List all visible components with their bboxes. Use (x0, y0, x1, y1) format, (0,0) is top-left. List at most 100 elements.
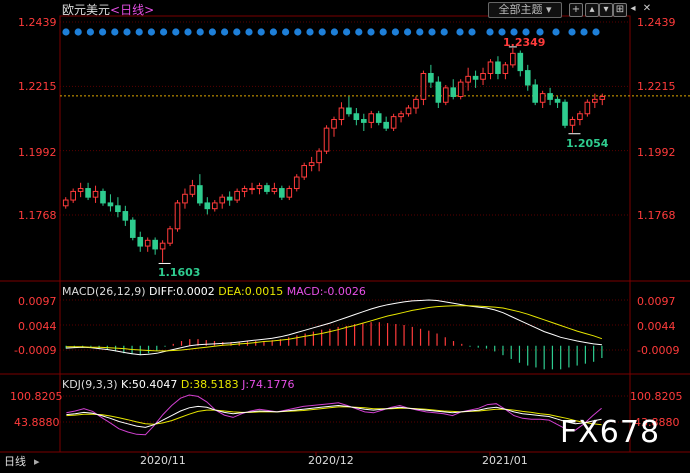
candle-up (241, 188, 248, 192)
price-label-right-4: 1.1768 (637, 209, 676, 222)
candle-up (301, 165, 308, 178)
chart-stage (0, 0, 690, 469)
event-dot (536, 28, 544, 36)
chevron-left-icon[interactable]: ◂ (627, 3, 639, 15)
event-dot (74, 28, 82, 36)
watermark: FX678 (560, 415, 661, 450)
chart-svg (0, 15, 690, 456)
event-dot (172, 28, 180, 36)
macd-dea-line (66, 305, 603, 352)
price-label-left-4: 1.1768 (18, 209, 57, 222)
price-label-right-1: 1.2439 (637, 16, 676, 29)
candle-up (62, 199, 69, 207)
candle-down (547, 93, 553, 100)
macd-axis-right-2: 0.0044 (637, 320, 676, 333)
macd-legend: MACD(26,12,9) DIFF:0.0002 DEA:0.0015 MAC… (62, 285, 366, 298)
kdj-k-label: K:50.4047 (121, 378, 178, 391)
candle-down (524, 70, 531, 86)
theme-button[interactable]: 全部主题 ▾ (488, 2, 562, 18)
chart-icon[interactable]: ⊞ (613, 3, 627, 17)
candle-down (279, 188, 285, 198)
chevron-right-icon: ▸ (34, 455, 40, 468)
candle-up (457, 81, 464, 97)
instrument-name: 欧元美元 (62, 3, 111, 17)
candle-up (293, 176, 300, 190)
candle-up (70, 190, 76, 201)
macd-value-label: MACD:-0.0026 (286, 285, 366, 298)
theme-button-label: 全部主题 (498, 3, 543, 16)
kdj-d-label: D:38.5183 (180, 378, 239, 391)
event-dot (111, 28, 119, 36)
candle-up (465, 75, 471, 83)
candle-up (442, 87, 449, 103)
macd-axis-right-1: 0.0097 (637, 295, 676, 308)
x-label-3: 2021/01 (482, 454, 528, 467)
candle-up (308, 162, 315, 167)
kdj-axis-left-2: 43.8880 (14, 416, 60, 429)
event-dot (306, 28, 314, 36)
macd-axis-right-3: -0.0009 (637, 344, 680, 357)
candle-down (428, 72, 434, 83)
kdj-legend: KDJ(9,3,3) K:50.4047 D:38.5183 J:74.1776 (62, 378, 295, 391)
candle-up (368, 113, 375, 123)
macd-axis-left-2: 0.0044 (18, 320, 57, 333)
candle-up (211, 202, 218, 210)
event-dot (221, 28, 229, 36)
candle-down (517, 52, 524, 72)
event-dot (391, 28, 399, 36)
candle-up (487, 61, 494, 74)
chevron-down-icon[interactable]: ▾ (599, 3, 613, 17)
event-dot (379, 28, 387, 36)
candle-up (599, 95, 606, 100)
event-dot (99, 28, 107, 36)
candle-down (204, 202, 211, 210)
macd-dea-label: DEA:0.0015 (218, 285, 284, 298)
candle-up (323, 127, 330, 152)
event-dot (282, 28, 290, 36)
candle-up (174, 202, 181, 230)
event-dot (486, 28, 494, 36)
candle-up (338, 107, 345, 121)
candle-up (92, 190, 99, 198)
candle-down (353, 113, 360, 121)
event-dot (62, 28, 70, 36)
event-dot (522, 28, 530, 36)
candle-up (510, 52, 516, 66)
event-dot (343, 28, 351, 36)
candle-up (167, 228, 173, 244)
event-dot (355, 28, 363, 36)
macd-title: MACD(26,12,9) (62, 285, 146, 298)
candle-up (271, 188, 278, 192)
event-dot (196, 28, 204, 36)
event-dot (160, 28, 168, 36)
kdj-title: KDJ(9,3,3) (62, 378, 118, 391)
kdj-axis-left-1: 100.8205 (10, 390, 63, 403)
add-icon[interactable]: + (569, 3, 583, 17)
candle-down (264, 185, 270, 192)
recent-low-annotation: 1.2054 (566, 137, 609, 150)
event-dot (184, 28, 192, 36)
candle-up (390, 116, 397, 129)
candle-up (539, 93, 546, 103)
candle-down (532, 84, 539, 103)
candle-down (122, 211, 129, 221)
event-dot (208, 28, 216, 36)
event-dot (86, 28, 94, 36)
chevron-up-icon[interactable]: ▴ (585, 3, 599, 17)
candle-up (480, 72, 486, 80)
candle-down (197, 185, 203, 204)
event-dot (367, 28, 375, 36)
candle-down (107, 202, 114, 207)
candle-down (495, 61, 501, 74)
instrument-title: 欧元美元<日线> (62, 4, 154, 17)
close-icon[interactable]: ✕ (641, 3, 653, 15)
candle-down (137, 236, 144, 247)
low-annotation: 1.1603 (158, 266, 201, 279)
chevron-down-icon: ▾ (542, 3, 552, 16)
candle-up (256, 185, 263, 190)
period-tab[interactable]: 日线 ▸ (0, 454, 40, 469)
candle-down (100, 190, 106, 204)
candle-up (286, 188, 293, 198)
event-dot (123, 28, 131, 36)
candle-up (316, 150, 322, 164)
